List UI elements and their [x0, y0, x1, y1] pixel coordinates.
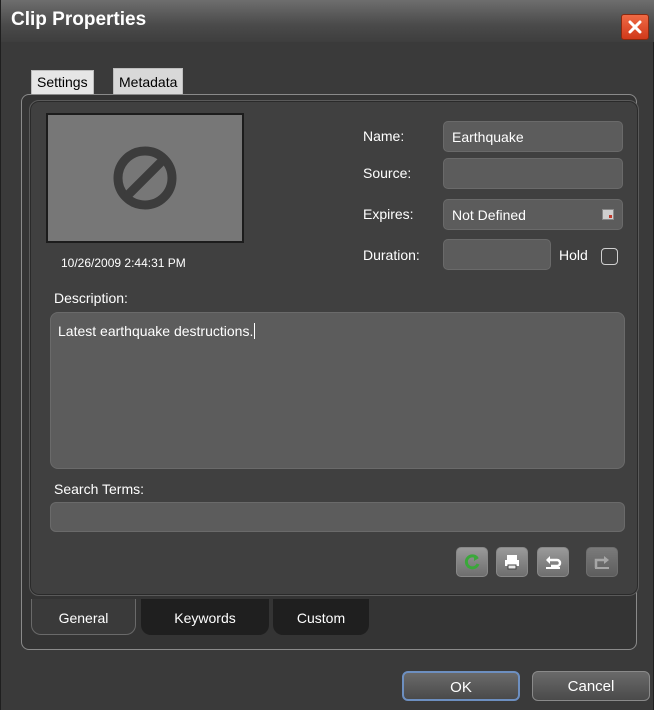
duration-label: Duration: [363, 247, 420, 263]
name-value: Earthquake [452, 129, 524, 145]
hold-checkbox[interactable] [601, 248, 618, 265]
expires-value: Not Defined [452, 207, 526, 223]
title-bar[interactable]: Clip Properties [1, 0, 654, 42]
undo-icon [546, 556, 562, 569]
hold-label: Hold [559, 247, 588, 263]
description-textarea[interactable]: Latest earthquake destructions. [50, 312, 625, 469]
tab-settings[interactable]: Settings [31, 70, 94, 94]
search-terms-label: Search Terms: [54, 481, 144, 497]
duration-field[interactable] [443, 239, 551, 270]
search-terms-field[interactable] [50, 502, 625, 532]
text-cursor [254, 323, 256, 339]
refresh-icon [464, 554, 480, 570]
clip-timestamp: 10/26/2009 2:44:31 PM [61, 256, 186, 270]
window-title: Clip Properties [11, 9, 147, 30]
clip-thumbnail [46, 113, 244, 243]
source-label: Source: [363, 165, 412, 181]
tab-keywords[interactable]: Keywords [141, 599, 269, 635]
refresh-button[interactable] [456, 547, 488, 577]
source-field[interactable] [443, 158, 623, 189]
name-field[interactable]: Earthquake [443, 121, 623, 152]
description-value: Latest earthquake destructions. [58, 323, 254, 339]
tab-custom[interactable]: Custom [273, 599, 369, 635]
expires-label: Expires: [363, 206, 414, 222]
description-label: Description: [54, 290, 128, 306]
clip-properties-window: Clip Properties Settings Metadata 10/26/… [0, 0, 654, 710]
print-icon [505, 555, 519, 570]
name-label: Name: [363, 128, 405, 144]
undo-button[interactable] [537, 547, 569, 577]
close-icon [628, 20, 642, 34]
cancel-button[interactable]: Cancel [532, 671, 650, 701]
no-symbol-icon [113, 146, 177, 210]
expires-field[interactable]: Not Defined [443, 199, 623, 230]
close-button[interactable] [621, 14, 649, 40]
tab-metadata[interactable]: Metadata [113, 68, 184, 96]
print-button[interactable] [496, 547, 528, 577]
calendar-icon[interactable] [602, 209, 614, 220]
export-button[interactable] [586, 547, 618, 577]
tab-general[interactable]: General [31, 599, 136, 635]
ok-button[interactable]: OK [402, 671, 520, 701]
export-icon [594, 556, 609, 569]
